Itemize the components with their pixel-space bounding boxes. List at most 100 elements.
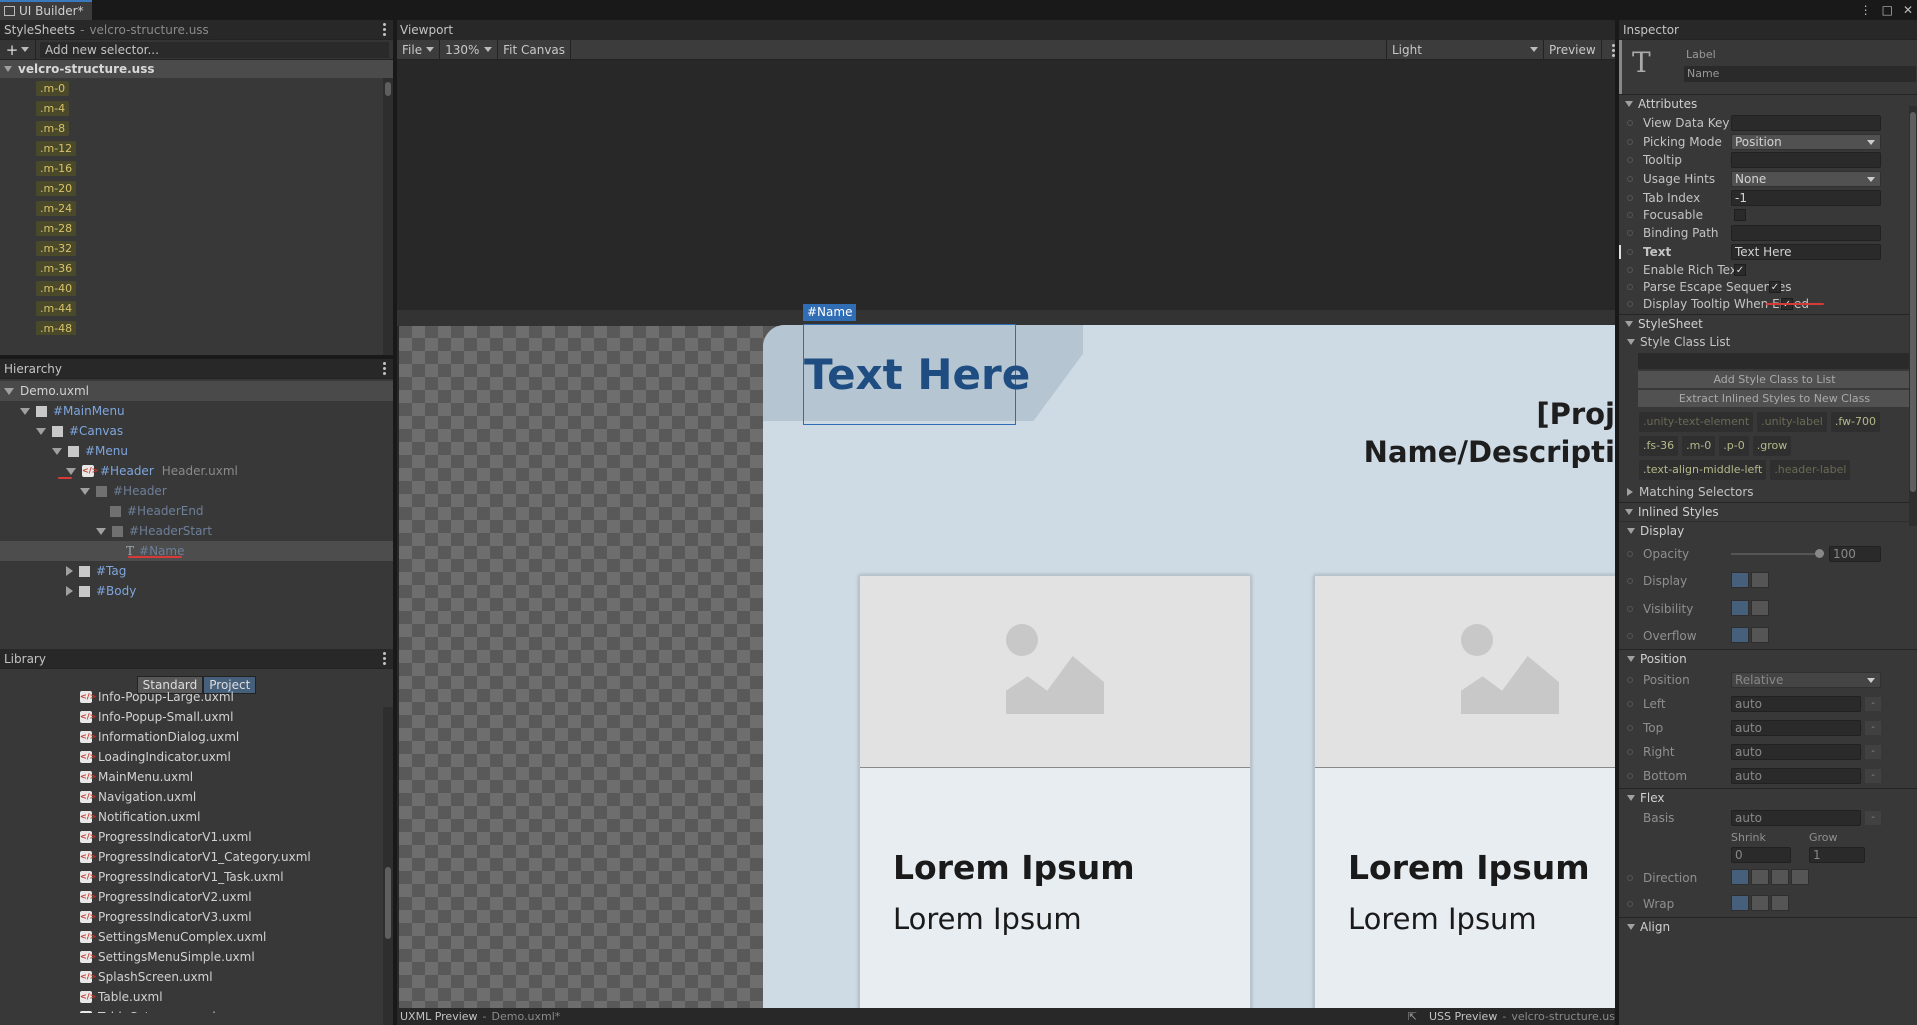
position-field[interactable]: auto <box>1731 696 1861 713</box>
selector-item[interactable]: .m-8 <box>0 118 393 138</box>
selector-item[interactable]: .m-24 <box>0 198 393 218</box>
stylesheet-row[interactable]: velcro-structure.uss <box>0 60 393 78</box>
style-class-list-header[interactable]: Style Class List <box>1619 333 1917 351</box>
grow-field[interactable]: 1 <box>1809 847 1865 864</box>
fit-canvas-button[interactable]: Fit Canvas <box>498 39 572 60</box>
element-name-field[interactable]: Name <box>1684 66 1916 82</box>
library-item[interactable]: </> Navigation.uxml <box>0 787 393 807</box>
tree-item-tag[interactable]: #Tag <box>0 561 393 581</box>
library-item[interactable]: </> Info-Popup-Large.uxml <box>0 687 393 707</box>
position-field[interactable]: auto <box>1731 744 1861 761</box>
style-class-input[interactable] <box>1638 353 1911 370</box>
visible-icon[interactable] <box>1731 599 1749 616</box>
expand-icon[interactable] <box>66 467 76 475</box>
attribute-dropdown[interactable]: None <box>1731 171 1881 188</box>
collapsed-icon[interactable] <box>66 586 73 596</box>
wrap-icon[interactable] <box>1751 894 1769 911</box>
stylesheets-menu-icon[interactable] <box>379 23 389 36</box>
tree-item-menu[interactable]: #Menu <box>0 441 393 461</box>
attribute-dropdown[interactable]: Position <box>1731 133 1881 150</box>
inspector-scrollbar[interactable] <box>1909 106 1917 526</box>
library-item[interactable]: </> SplashScreen.uxml <box>0 967 393 987</box>
close-icon[interactable]: ✕ <box>1903 3 1913 17</box>
attribute-checkbox[interactable]: ✓ <box>1734 263 1746 276</box>
section-flex[interactable]: Flex <box>1619 788 1917 808</box>
overflow-visible-icon[interactable] <box>1731 626 1749 643</box>
add-selector-input[interactable]: Add new selector... <box>40 41 389 58</box>
style-class-tag[interactable]: .grow <box>1752 436 1792 457</box>
direction-column-reverse-icon[interactable] <box>1751 868 1769 885</box>
position-dropdown[interactable]: Relative <box>1731 672 1881 689</box>
direction-row-icon[interactable] <box>1771 868 1789 885</box>
unit-dropdown[interactable]: - <box>1865 769 1881 784</box>
add-stylesheet-button[interactable]: + <box>0 39 36 60</box>
tree-item-canvas[interactable]: #Canvas <box>0 421 393 441</box>
position-field[interactable]: auto <box>1731 720 1861 737</box>
expand-icon[interactable] <box>96 527 106 535</box>
expand-icon[interactable] <box>4 387 14 395</box>
add-style-class-button[interactable]: Add Style Class to List <box>1638 371 1911 389</box>
section-display[interactable]: Display <box>1619 521 1917 541</box>
library-item[interactable]: </> MainMenu.uxml <box>0 767 393 787</box>
attribute-field[interactable] <box>1731 115 1881 132</box>
library-item[interactable]: </> ProgressIndicatorV1_Category.uxml <box>0 847 393 867</box>
zoom-dropdown[interactable]: 130% <box>440 39 499 60</box>
library-item[interactable]: </> SettingsMenuSimple.uxml <box>0 947 393 967</box>
hierarchy-menu-icon[interactable] <box>379 362 389 375</box>
library-item[interactable]: </> ProgressIndicatorV1_Task.uxml <box>0 867 393 887</box>
shrink-field[interactable]: 0 <box>1731 847 1791 864</box>
nowrap-icon[interactable] <box>1731 894 1749 911</box>
section-align[interactable]: Align <box>1619 917 1917 937</box>
attribute-field[interactable]: -1 <box>1731 189 1881 206</box>
style-class-tag[interactable]: .unity-label <box>1757 412 1827 433</box>
selector-item[interactable]: .m-36 <box>0 258 393 278</box>
open-external-icon[interactable]: ⇱ <box>1408 1010 1417 1023</box>
opacity-slider-handle[interactable] <box>1815 549 1824 559</box>
library-item[interactable]: </>TableCategory.uxml <box>0 1007 393 1013</box>
card[interactable]: Lorem Ipsum Lorem Ipsum <box>1314 575 1615 1008</box>
library-item[interactable]: </> ProgressIndicatorV1.uxml <box>0 827 393 847</box>
display-none-icon[interactable] <box>1751 571 1769 588</box>
style-class-tag[interactable]: .unity-text-element <box>1639 412 1754 433</box>
attribute-field[interactable] <box>1731 225 1881 242</box>
wrap-reverse-icon[interactable] <box>1771 894 1789 911</box>
library-item[interactable]: </> Info-Popup-Small.uxml <box>0 707 393 727</box>
maximize-icon[interactable]: □ <box>1882 3 1893 17</box>
section-inlined-styles[interactable]: Inlined Styles <box>1619 502 1917 522</box>
file-menu[interactable]: File <box>397 39 441 60</box>
basis-field[interactable]: auto <box>1731 810 1861 827</box>
expand-icon[interactable] <box>4 66 12 72</box>
tree-item-demo[interactable]: Demo.uxml <box>0 381 393 401</box>
selector-item[interactable]: .m-44 <box>0 298 393 318</box>
window-menu-icon[interactable]: ⋮ <box>1860 3 1872 17</box>
theme-dropdown[interactable]: Light <box>1386 39 1544 60</box>
library-item[interactable]: </> SettingsMenuComplex.uxml <box>0 927 393 947</box>
collapsed-icon[interactable] <box>66 566 73 576</box>
style-class-tag[interactable]: .m-0 <box>1682 436 1716 457</box>
unit-dropdown[interactable]: - <box>1865 745 1881 760</box>
tree-item-body[interactable]: #Body <box>0 581 393 601</box>
stylesheets-scrollbar[interactable] <box>383 78 393 355</box>
style-class-tag[interactable]: .text-align-middle-left <box>1639 460 1767 481</box>
uss-preview-title[interactable]: USS Preview <box>1429 1010 1497 1023</box>
style-class-tag[interactable]: .fw-700 <box>1830 412 1880 433</box>
expand-icon[interactable] <box>80 487 90 495</box>
expand-icon[interactable] <box>52 447 62 455</box>
overflow-hidden-icon[interactable] <box>1751 626 1769 643</box>
library-item[interactable]: </> ProgressIndicatorV2.uxml <box>0 887 393 907</box>
selector-item[interactable]: .m-16 <box>0 158 393 178</box>
library-menu-icon[interactable] <box>379 652 389 665</box>
style-class-tag[interactable]: .p-0 <box>1719 436 1749 457</box>
display-flex-icon[interactable] <box>1731 571 1749 588</box>
attribute-field[interactable] <box>1731 152 1881 169</box>
unit-dropdown[interactable]: - <box>1865 721 1881 736</box>
matching-selectors-header[interactable]: Matching Selectors <box>1619 482 1917 502</box>
library-item[interactable]: </> ProgressIndicatorV3.uxml <box>0 907 393 927</box>
library-scrollbar[interactable] <box>383 707 393 1025</box>
library-item[interactable]: </> LoadingIndicator.uxml <box>0 747 393 767</box>
attribute-checkbox[interactable]: ✓ <box>1769 280 1781 293</box>
style-class-tag[interactable]: .fs-36 <box>1639 436 1679 457</box>
section-attributes[interactable]: Attributes <box>1619 94 1917 113</box>
selector-item[interactable]: .m-32 <box>0 238 393 258</box>
selector-item[interactable]: .m-12 <box>0 138 393 158</box>
